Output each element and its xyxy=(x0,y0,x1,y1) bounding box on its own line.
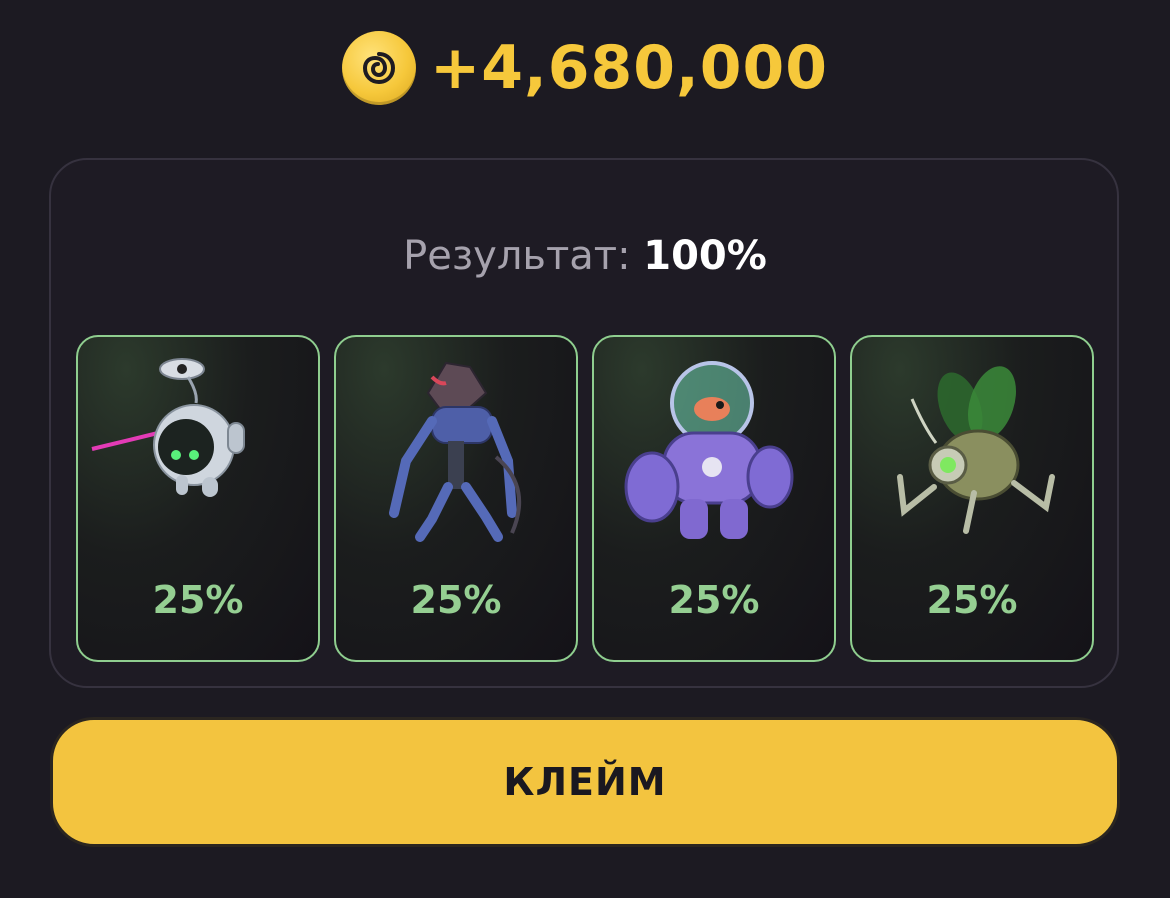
reward-amount: +4,680,000 xyxy=(429,33,829,103)
card-percent: 25% xyxy=(668,578,760,622)
creature-card[interactable]: 25% xyxy=(334,335,578,662)
result-value: 100% xyxy=(643,233,767,279)
mechanical-fly-drone-icon xyxy=(897,366,1055,534)
result-label: Результат: xyxy=(403,233,631,279)
result-line: Результат: 100% xyxy=(0,230,1170,282)
claim-button-label: КЛЕЙМ xyxy=(503,760,667,804)
robot-orb-drone-icon xyxy=(91,358,245,497)
reward-header: +4,680,000 xyxy=(0,31,1170,105)
coin-icon xyxy=(341,31,416,105)
creature-card[interactable]: 25% xyxy=(592,335,836,662)
creature-card[interactable]: 25% xyxy=(76,335,320,662)
card-percent: 25% xyxy=(410,578,502,622)
claim-button[interactable]: КЛЕЙМ xyxy=(50,717,1120,847)
creature-card[interactable]: 25% xyxy=(850,335,1094,662)
card-percent: 25% xyxy=(926,578,1018,622)
cyborg-rat-creature-icon xyxy=(389,361,522,542)
diving-suit-mech-fish-icon xyxy=(624,361,794,539)
card-percent: 25% xyxy=(152,578,244,622)
